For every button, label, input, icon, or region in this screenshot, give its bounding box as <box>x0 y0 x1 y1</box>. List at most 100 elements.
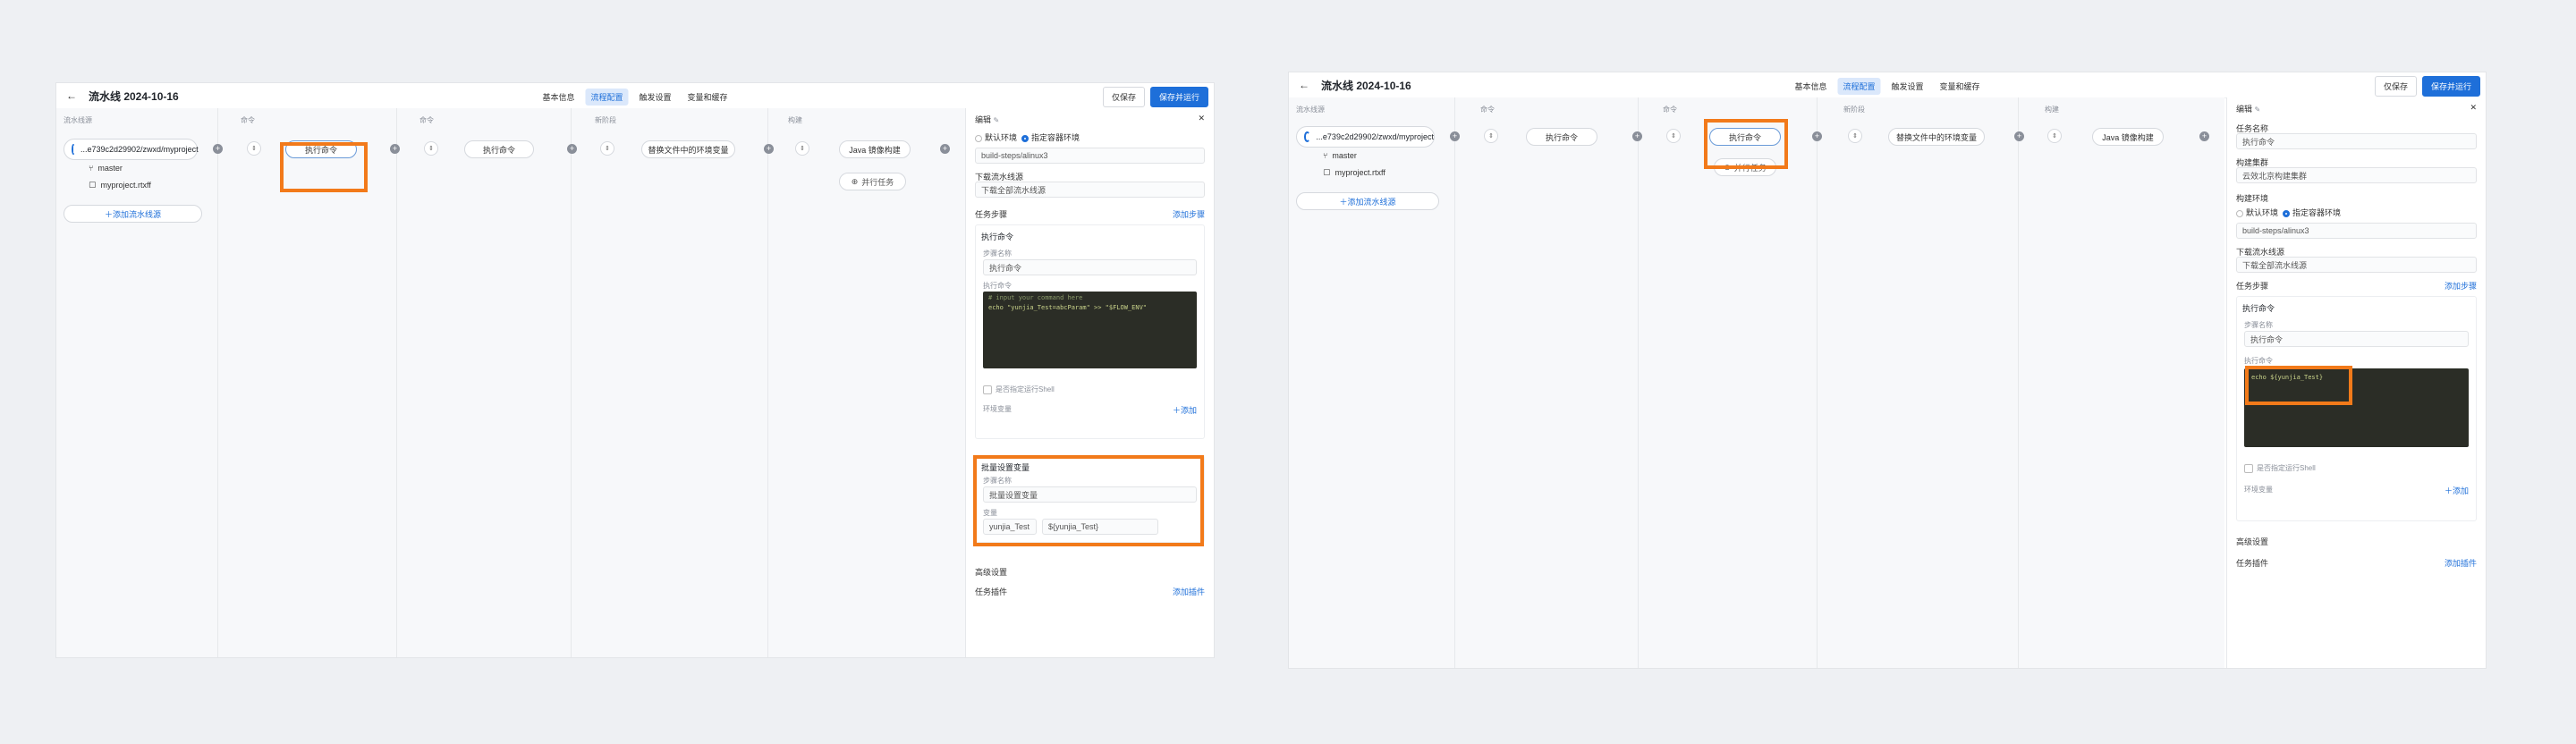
radio-default-env[interactable] <box>2236 209 2243 217</box>
cmd-label: 执行命令 <box>2244 357 2273 365</box>
env-select[interactable]: build-steps/alinux3 <box>2236 223 2477 239</box>
folder-icon: ▢ <box>1323 167 1331 176</box>
edit-icon[interactable]: ✎ <box>994 116 1000 124</box>
highlight-box <box>973 455 1204 546</box>
tab-flow-config[interactable]: 流程配置 <box>585 89 629 106</box>
pipeline-canvas: 流水线源 命令 命令 新阶段 构建 ...e739c2d29902/zwxd/m… <box>1289 97 2224 668</box>
add-stage-icon[interactable]: + <box>1450 131 1460 141</box>
pipeline-editor-window-right: ← 流水线 2024-10-16 基本信息 流程配置 触发设置 变量和缓存 仅保… <box>1288 72 2487 669</box>
source-file: ▢ myproject.rtxff <box>89 180 151 190</box>
pipeline-source-card[interactable]: ...e739c2d29902/zwxd/myproject <box>1296 126 1435 148</box>
back-arrow-icon[interactable]: ← <box>1296 77 1312 93</box>
source-file: ▢ myproject.rtxff <box>1323 167 1385 177</box>
tab-trigger-settings[interactable]: 触发设置 <box>1886 78 1929 95</box>
panel-title: 编辑 <box>2236 105 2253 114</box>
header-tabs: 基本信息 流程配置 触发设置 变量和缓存 <box>537 89 733 106</box>
advanced-settings[interactable]: 高级设置 <box>2236 536 2477 547</box>
back-arrow-icon[interactable]: ← <box>64 88 80 104</box>
radio-custom-env[interactable] <box>2283 209 2291 217</box>
add-stage-icon[interactable]: + <box>1812 131 1822 141</box>
column-header-command-1: 命令 <box>241 116 255 124</box>
stage-toggle-icon[interactable]: ⇕ <box>1484 129 1498 143</box>
pipeline-source-card[interactable]: ...e739c2d29902/zwxd/myproject <box>64 139 199 160</box>
task-node-java-build[interactable]: Java 镜像构建 <box>839 140 911 158</box>
shell-checkbox[interactable] <box>2244 463 2253 473</box>
task-node-replace-env[interactable]: 替换文件中的环境变量 <box>1888 128 1985 146</box>
env-var-row: 环境变量 ＋添加 <box>2244 485 2469 495</box>
panel-header: 编辑 ✎ ✕ <box>2236 103 2477 114</box>
task-name-input[interactable]: 执行命令 <box>2236 133 2477 149</box>
add-stage-icon[interactable]: + <box>764 144 774 154</box>
pipeline-editor-window-left: ← 流水线 2024-10-16 基本信息 流程配置 触发设置 变量和缓存 仅保… <box>55 82 1215 658</box>
shell-row: 是否指定运行Shell <box>983 385 1055 394</box>
add-stage-icon[interactable]: + <box>567 144 577 154</box>
edit-icon[interactable]: ✎ <box>2255 106 2261 114</box>
stage-divider <box>767 108 768 657</box>
tab-basic-info[interactable]: 基本信息 <box>537 89 580 106</box>
cmd-label: 执行命令 <box>983 282 1012 290</box>
env-var-row: 环境变量 ＋添加 <box>983 404 1197 416</box>
column-header-build: 构建 <box>788 116 802 124</box>
add-step-link[interactable]: 添加步骤 <box>2445 280 2477 292</box>
save-and-run-button[interactable]: 保存并运行 <box>2421 76 2480 97</box>
save-button[interactable]: 仅保存 <box>2374 76 2417 97</box>
stage-toggle-icon[interactable]: ⇕ <box>600 141 614 156</box>
advanced-settings[interactable]: 高级设置 <box>975 566 1205 578</box>
task-node-command-1[interactable]: 执行命令 <box>1526 128 1597 146</box>
add-stage-icon[interactable]: + <box>2014 131 2024 141</box>
save-and-run-button[interactable]: 保存并运行 <box>1149 87 1208 107</box>
add-pipeline-source-button[interactable]: ＋添加流水线源 <box>1296 192 1439 210</box>
radio-default-env[interactable] <box>975 134 982 142</box>
add-plugin-link[interactable]: 添加插件 <box>2445 557 2477 569</box>
downstream-select[interactable]: 下载全部流水线源 <box>2236 257 2477 273</box>
stage-toggle-icon[interactable]: ⇕ <box>424 141 438 156</box>
shell-checkbox[interactable] <box>983 385 992 394</box>
add-plugin-link[interactable]: 添加插件 <box>1173 586 1205 597</box>
tab-variables-cache[interactable]: 变量和缓存 <box>682 89 733 106</box>
add-step-link[interactable]: 添加步骤 <box>1173 208 1205 220</box>
stage-toggle-icon[interactable]: ⇕ <box>2047 129 2062 143</box>
cluster-select[interactable]: 云效北京构建集群 <box>2236 167 2477 183</box>
task-node-java-build[interactable]: Java 镜像构建 <box>2092 128 2164 146</box>
env-select[interactable]: build-steps/alinux3 <box>975 148 1205 164</box>
stage-toggle-icon[interactable]: ⇕ <box>247 141 261 156</box>
stage-toggle-icon[interactable]: ⇕ <box>795 141 809 156</box>
column-header-command-2: 命令 <box>1663 106 1677 114</box>
parallel-task-button[interactable]: ⊕ 并行任务 <box>839 173 906 190</box>
task-node-command-2[interactable]: 执行命令 <box>464 140 534 158</box>
add-stage-icon[interactable]: + <box>1632 131 1642 141</box>
edit-panel: 编辑 ✎ ✕ 默认环境 指定容器环境 build-steps/alinux3 下载… <box>965 108 1214 657</box>
tab-flow-config[interactable]: 流程配置 <box>1837 78 1881 95</box>
stage-toggle-icon[interactable]: ⇕ <box>1666 129 1681 143</box>
shell-label: 是否指定运行Shell <box>996 385 1055 393</box>
add-env-var-link[interactable]: ＋添加 <box>2445 485 2469 496</box>
step-name-input[interactable]: 执行命令 <box>2244 331 2469 347</box>
step-name-input[interactable]: 执行命令 <box>983 259 1197 275</box>
add-stage-icon[interactable]: + <box>390 144 400 154</box>
close-icon[interactable]: ✕ <box>1198 114 1205 123</box>
radio-custom-env[interactable] <box>1021 134 1030 142</box>
downstream-select[interactable]: 下载全部流水线源 <box>975 182 1205 198</box>
add-stage-icon[interactable]: + <box>2199 131 2209 141</box>
close-icon[interactable]: ✕ <box>2470 103 2477 113</box>
code-editor[interactable]: # input your command here echo "yunjia_T… <box>983 292 1197 368</box>
tab-basic-info[interactable]: 基本信息 <box>1789 78 1832 95</box>
stage-toggle-icon[interactable]: ⇕ <box>1848 129 1862 143</box>
label-custom-env: 指定容器环境 <box>2292 208 2342 217</box>
step1-title[interactable]: 执行命令 <box>981 231 1013 242</box>
add-stage-icon[interactable]: + <box>213 144 223 154</box>
folder-icon: ▢ <box>89 180 97 189</box>
add-pipeline-source-button[interactable]: ＋添加流水线源 <box>64 205 202 223</box>
add-stage-icon[interactable]: + <box>940 144 950 154</box>
tab-trigger-settings[interactable]: 触发设置 <box>634 89 677 106</box>
step1-title[interactable]: 执行命令 <box>2242 302 2275 314</box>
add-env-var-link[interactable]: ＋添加 <box>1173 404 1197 416</box>
stage-divider <box>1638 97 1639 668</box>
env-radio-row: 默认环境 指定容器环境 <box>975 131 1205 143</box>
tab-variables-cache[interactable]: 变量和缓存 <box>1935 78 1986 95</box>
branch-icon: ⑂ <box>1323 151 1328 160</box>
task-node-replace-env[interactable]: 替换文件中的环境变量 <box>641 140 735 158</box>
step-card-command: 执行命令 步骤名称 执行命令 执行命令 echo ${yunjia_Test} … <box>2236 296 2477 521</box>
source-branch: ⑂ master <box>1323 151 1357 160</box>
save-button[interactable]: 仅保存 <box>1102 87 1145 107</box>
